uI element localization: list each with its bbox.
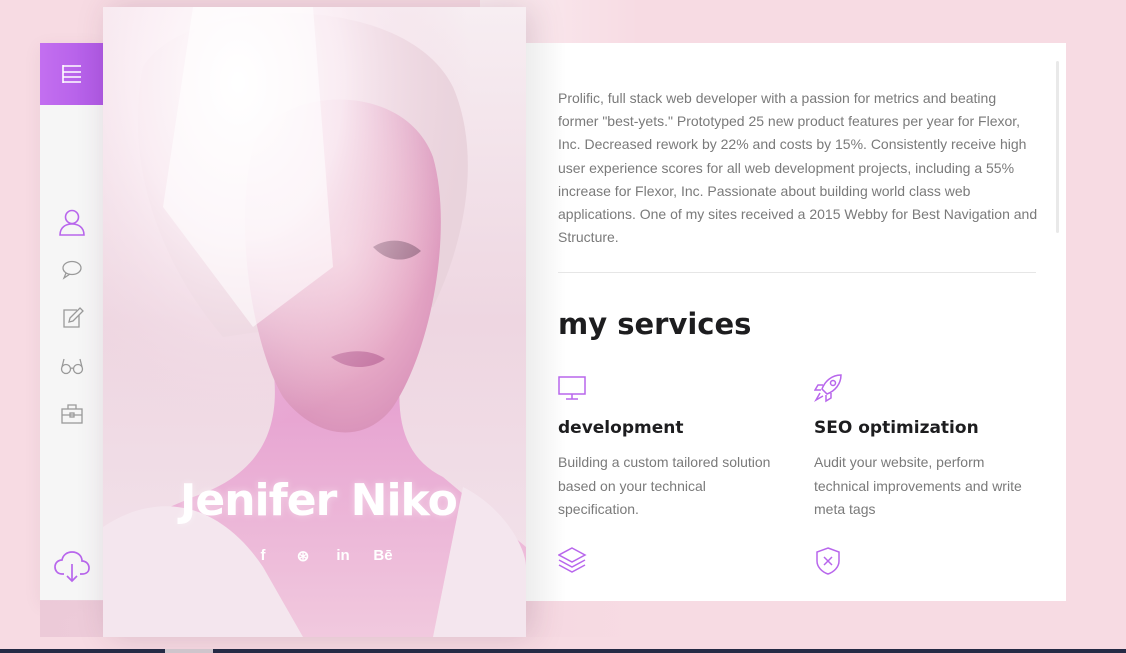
section-divider [558,272,1036,273]
edit-icon [62,307,84,328]
facebook-icon[interactable]: f [243,547,283,565]
chat-icon [61,260,82,280]
bottom-bar [0,649,1126,653]
content-panel: Prolific, full stack web developer with … [526,43,1066,601]
nav-messages[interactable] [57,255,87,285]
profile-photo-card: Jenifer Niko f ⊛ in Bē [103,7,526,637]
profile-name: Jenifer Niko [180,475,458,526]
service-title: development [558,418,684,438]
behance-icon[interactable]: Bē [363,547,403,565]
rocket-icon [813,374,842,403]
service-description: Building a custom tailored solution base… [558,454,771,517]
nav-portfolio[interactable] [57,351,87,381]
sidebar-nav [40,207,103,447]
nav-work[interactable] [57,399,87,429]
cloud-download-icon [54,551,90,583]
briefcase-icon [60,404,83,424]
shield-icon [816,547,840,575]
bottom-bar-handle[interactable] [165,649,213,653]
service-development: development Building a custom tailored s… [558,373,788,522]
service-fourth [814,546,1044,581]
scrollbar-thumb[interactable] [1056,61,1059,233]
service-description: Audit your website, perform technical im… [814,454,1022,517]
dribbble-icon[interactable]: ⊛ [283,547,323,565]
service-seo: SEO optimization Audit your website, per… [813,373,1044,522]
nav-about[interactable] [57,207,87,237]
profile-photo [103,7,526,637]
icon-sidebar [40,43,103,601]
user-icon [58,209,85,236]
social-links: f ⊛ in Bē [243,547,403,565]
monitor-icon [558,376,586,400]
service-third [557,546,788,581]
layers-icon [557,547,587,573]
linkedin-icon[interactable]: in [323,547,363,565]
download-cv-button[interactable] [54,548,90,584]
service-title: SEO optimization [814,418,979,438]
glasses-icon [60,358,83,375]
menu-icon [61,65,81,83]
bio-text: Prolific, full stack web developer with … [558,90,1038,246]
menu-button[interactable] [40,43,103,105]
nav-resume[interactable] [57,303,87,333]
services-title: my services [558,307,752,341]
